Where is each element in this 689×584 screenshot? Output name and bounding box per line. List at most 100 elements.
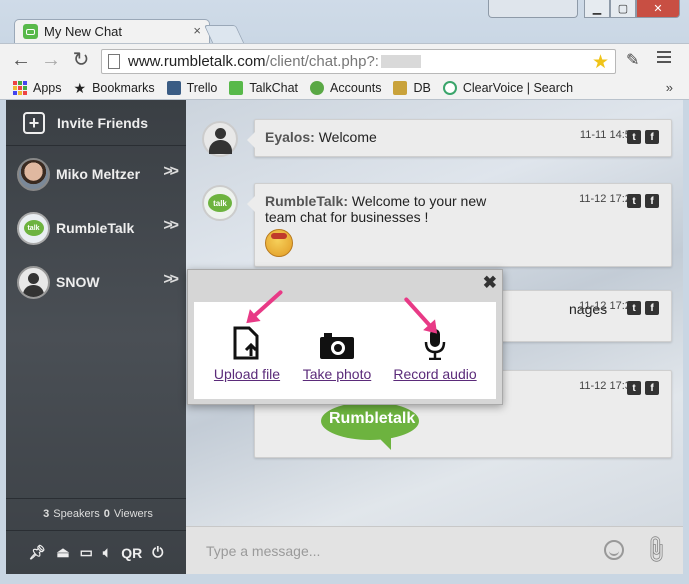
apps-grid-icon (13, 81, 27, 95)
emoji-image (265, 229, 293, 257)
camera-icon (299, 324, 375, 360)
twitter-share-icon[interactable]: t (627, 194, 641, 208)
url-host: www.rumbletalk.com (128, 53, 266, 70)
chat-favicon-icon (23, 24, 38, 39)
bookmark-label: Accounts (330, 81, 382, 95)
viewers-label: Viewers (113, 507, 153, 520)
bookmark-talkchat[interactable]: TalkChat (229, 81, 298, 95)
maximize-button[interactable]: ▢ (610, 0, 636, 18)
message-bubble: Eyalos: Welcome 11-11 14:59 t f (247, 119, 672, 157)
facebook-share-icon[interactable]: f (645, 194, 659, 208)
record-audio-link[interactable]: Record audio (393, 366, 476, 382)
viewers-count: 0 (103, 507, 110, 520)
bookmark-db[interactable]: DB (393, 81, 431, 95)
user-silhouette-avatar (202, 121, 238, 157)
facebook-share-icon[interactable]: f (645, 130, 659, 144)
bookmark-trello[interactable]: Trello (166, 81, 218, 95)
tab-bar: My New Chat × ▁ ▢ ✕ (0, 0, 689, 43)
bookmark-apps[interactable]: Apps (13, 81, 62, 95)
volume-icon[interactable]: 🔈︎ (103, 544, 111, 561)
bookmark-accounts[interactable]: Accounts (310, 81, 381, 95)
message-bubble: RumbleTalk: Welcome to your new team cha… (247, 183, 672, 267)
message-text: Welcome (314, 129, 377, 145)
double-chevron-right-icon[interactable]: >> (163, 271, 179, 289)
bookmarks-bar: Apps ★ Bookmarks Trello TalkChat Account… (0, 77, 689, 100)
contact-name: SNOW (56, 274, 100, 290)
forward-arrow-icon[interactable]: → (40, 50, 62, 72)
logo-text: Rumbletalk (329, 410, 416, 427)
bookmark-label: TalkChat (249, 81, 299, 95)
sidebar-contact-snow[interactable]: SNOW >> (6, 255, 186, 309)
power-icon[interactable]: ⏻ (152, 544, 163, 561)
file-upload-icon (212, 324, 282, 360)
upload-options-panel: Upload file Take photo Record audio (194, 302, 496, 399)
double-chevron-right-icon[interactable]: >> (163, 163, 179, 181)
sidebar-contact-rumbletalk[interactable]: talk RumbleTalk >> (6, 201, 186, 255)
close-window-button[interactable]: ✕ (636, 0, 680, 18)
sidebar-toolbar: 📌︎ ⏏ ▭ 🔈︎ QR ⏻ (6, 530, 186, 574)
message-input[interactable] (206, 539, 596, 563)
twitter-share-icon[interactable]: t (627, 301, 641, 315)
message-sender: RumbleTalk: (265, 193, 348, 209)
browser-toolbar: ← → ↻ www.rumbletalk.com/client/chat.php… (0, 43, 689, 77)
window-icon[interactable]: ▭ (80, 544, 93, 561)
sidebar-contact-miko[interactable]: Miko Meltzer >> (6, 147, 186, 201)
bookmark-label: Trello (186, 81, 218, 95)
qr-button[interactable]: QR (121, 545, 142, 561)
take-photo-link[interactable]: Take photo (303, 366, 372, 382)
tab-my-new-chat[interactable]: My New Chat × (14, 19, 210, 43)
message-sender: Eyalos: (265, 129, 315, 145)
invite-friends-button[interactable]: + Invite Friends (6, 100, 186, 146)
profile-button[interactable] (488, 0, 578, 18)
invite-label: Invite Friends (57, 114, 149, 131)
double-chevron-right-icon[interactable]: >> (163, 217, 179, 235)
url-redacted (380, 55, 421, 68)
menu-icon[interactable] (657, 51, 671, 66)
clearvoice-icon (442, 81, 457, 95)
bookmark-label: Apps (33, 81, 62, 95)
url-path: /client/chat.php?: (265, 53, 379, 70)
avatar (17, 157, 50, 191)
trello-icon (166, 81, 181, 95)
bookmarks-more-button[interactable]: » (666, 80, 673, 95)
tab-title: My New Chat (44, 24, 123, 39)
bookmark-star-icon[interactable]: ★ (592, 51, 609, 74)
speakers-count: 3 (43, 507, 50, 520)
accounts-icon (310, 81, 325, 95)
bookmark-clearvoice[interactable]: ClearVoice | Search (442, 81, 573, 95)
talkchat-icon (229, 81, 244, 95)
reload-icon[interactable]: ↻ (70, 50, 92, 72)
tab-close-icon[interactable]: × (193, 23, 201, 38)
upload-file-link[interactable]: Upload file (214, 366, 280, 382)
rumbletalk-avatar: talk (17, 211, 50, 245)
twitter-share-icon[interactable]: t (627, 381, 641, 395)
address-bar[interactable]: www.rumbletalk.com/client/chat.php?: ★ (101, 49, 616, 74)
bookmark-label: DB (413, 81, 431, 95)
upload-popup: ✖ Upload file Take photo Record audio (187, 269, 503, 405)
upload-icon[interactable]: ⏏ (56, 544, 69, 561)
sidebar: + Invite Friends Miko Meltzer >> talk Ru… (6, 100, 186, 574)
user-silhouette-avatar (17, 265, 50, 299)
pin-icon[interactable]: 📌︎ (29, 544, 47, 561)
minimize-button[interactable]: ▁ (584, 0, 610, 18)
back-arrow-icon[interactable]: ← (10, 50, 32, 72)
plus-icon: + (23, 111, 45, 134)
speakers-label: Speakers (53, 507, 100, 520)
bookmark-bookmarks[interactable]: ★ Bookmarks (74, 80, 155, 97)
contact-name: RumbleTalk (56, 220, 135, 236)
upload-file-option[interactable]: Upload file (212, 324, 282, 382)
emoji-picker-icon[interactable] (604, 540, 624, 560)
close-icon[interactable]: ✖ (483, 274, 497, 291)
contact-name: Miko Meltzer (56, 166, 141, 182)
twitter-share-icon[interactable]: t (627, 130, 641, 144)
rumbletalk-avatar: talk (202, 185, 238, 221)
presence-stats: 3 Speakers 0 Viewers (6, 498, 186, 528)
attachment-paperclip-icon[interactable]: 📎︎ (638, 532, 674, 568)
facebook-share-icon[interactable]: f (645, 381, 659, 395)
facebook-share-icon[interactable]: f (645, 301, 659, 315)
eyedropper-extension-icon[interactable]: ✎ (626, 50, 639, 70)
take-photo-option[interactable]: Take photo (299, 324, 375, 382)
star-icon: ★ (73, 79, 87, 96)
message-composer: 📎︎ (186, 526, 683, 574)
db-icon (393, 81, 408, 95)
